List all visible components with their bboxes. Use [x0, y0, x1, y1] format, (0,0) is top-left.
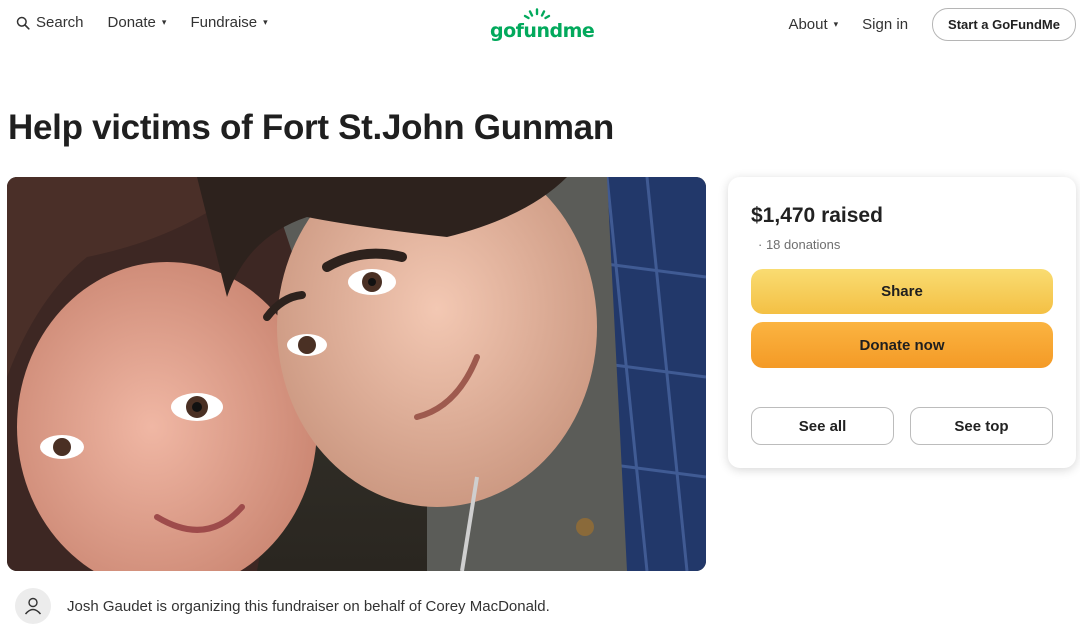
- signin-link[interactable]: Sign in: [862, 16, 908, 33]
- organizer-info: Josh Gaudet is organizing this fundraise…: [15, 588, 550, 624]
- logo-text: gofundme: [490, 20, 595, 42]
- campaign-photo[interactable]: [7, 177, 706, 571]
- top-nav: Search Donate ▾ Fundraise ▾ gofundme Abo…: [0, 0, 1080, 48]
- donate-menu[interactable]: Donate ▾: [108, 14, 167, 31]
- campaign-photo-illustration: [7, 177, 706, 571]
- about-menu[interactable]: About ▾: [788, 16, 838, 33]
- user-icon: [15, 588, 51, 624]
- organizer-text: Josh Gaudet is organizing this fundraise…: [67, 597, 550, 615]
- nav-left: Search Donate ▾ Fundraise ▾: [16, 14, 268, 31]
- donate-menu-label: Donate: [107, 14, 156, 31]
- donate-now-button[interactable]: Donate now: [751, 322, 1053, 368]
- see-top-button[interactable]: See top: [910, 407, 1053, 445]
- donation-count: · 18 donations: [758, 237, 841, 252]
- start-gofundme-button[interactable]: Start a GoFundMe: [932, 8, 1076, 41]
- fundraise-menu[interactable]: Fundraise ▾: [190, 14, 267, 31]
- nav-right: About ▾ Sign in Start a GoFundMe: [788, 8, 1076, 41]
- chevron-down-icon: ▾: [161, 17, 167, 27]
- chevron-down-icon: ▾: [833, 19, 839, 29]
- amount-raised: $1,470 raised: [751, 204, 883, 227]
- search-label: Search: [36, 14, 84, 31]
- share-button[interactable]: Share: [751, 269, 1053, 314]
- search-link[interactable]: Search: [16, 14, 84, 31]
- signin-label: Sign in: [862, 16, 909, 33]
- chevron-down-icon: ▾: [263, 17, 268, 27]
- about-menu-label: About: [788, 16, 828, 33]
- donation-card: $1,470 raised · 18 donations Share Donat…: [728, 177, 1076, 468]
- search-icon: [16, 16, 30, 30]
- fundraise-menu-label: Fundraise: [190, 14, 258, 31]
- gofundme-logo[interactable]: gofundme: [490, 8, 595, 44]
- page-title: Help victims of Fort St.John Gunman: [8, 108, 614, 147]
- see-all-button[interactable]: See all: [751, 407, 894, 445]
